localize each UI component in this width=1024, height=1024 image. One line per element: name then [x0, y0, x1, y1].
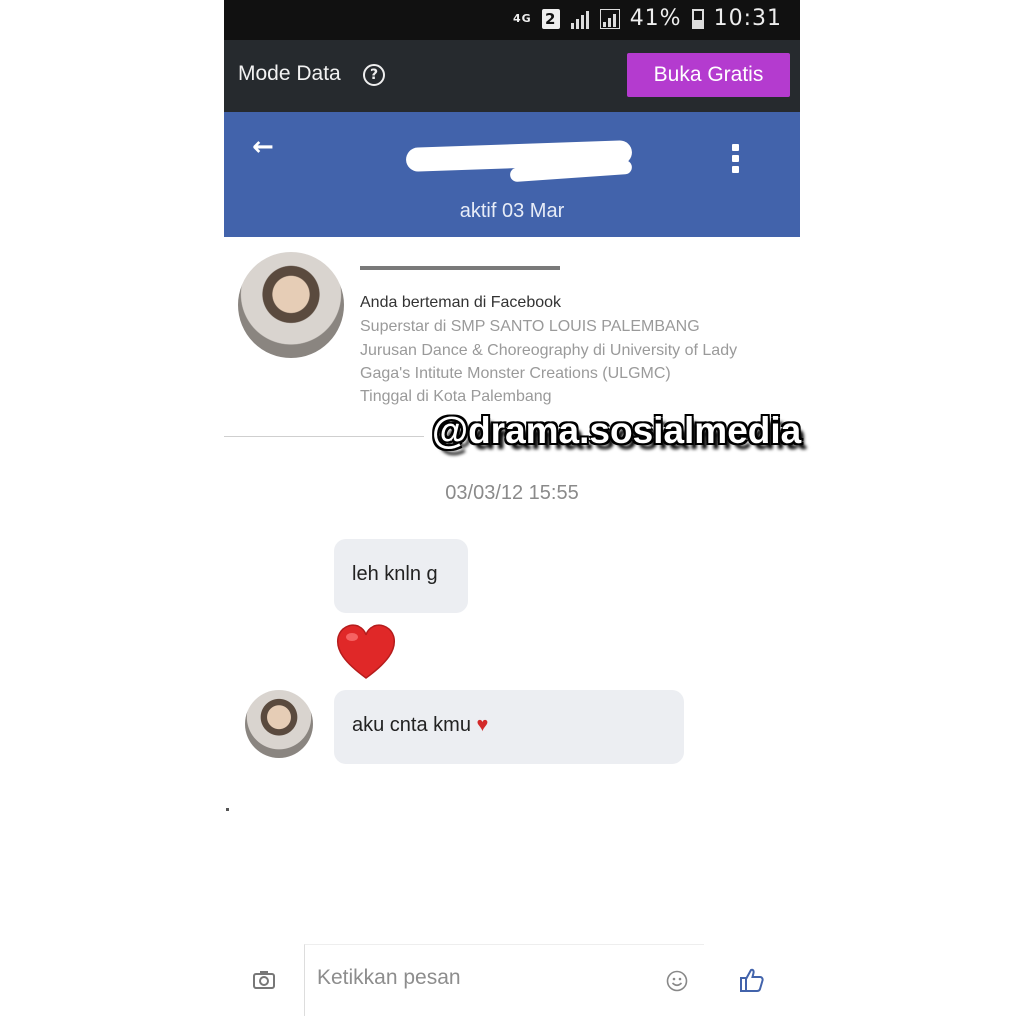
clock: 10:31 [713, 6, 782, 31]
message-bubble[interactable]: leh knln g [334, 539, 468, 613]
profile-info-study-cont: Gaga's Intitute Monster Creations (ULGMC… [360, 365, 671, 382]
signal-icon [570, 10, 589, 29]
messenger-screen: 4G 2 41% 10:31 Mode Data ? Buka Gratis ←… [224, 0, 800, 1024]
heart-emoji: ♥ [476, 714, 489, 736]
message-bubble[interactable]: aku cnta kmu ♥ [334, 690, 684, 764]
mode-data-label: Mode Data [238, 62, 341, 85]
open-free-button[interactable]: Buka Gratis [627, 53, 790, 97]
heart-sticker-icon[interactable] [334, 620, 398, 684]
vertical-dots-icon[interactable] [732, 144, 740, 173]
smiley-icon[interactable] [666, 970, 688, 992]
profile-info-study: Jurusan Dance & Choreography di Universi… [360, 342, 738, 359]
conversation-header: ← aktif 03 Mar [224, 112, 800, 237]
message-text: aku cnta kmu [352, 714, 471, 736]
sim-indicator: 2 [541, 8, 560, 29]
message-text: leh knln g [352, 563, 438, 585]
watermark: @drama.sosialmedia [432, 410, 802, 451]
network-indicator: 4G [513, 12, 532, 25]
battery-icon [691, 8, 704, 29]
redacted-profile-name [360, 262, 560, 272]
data-mode-bar: Mode Data ? Buka Gratis [224, 40, 800, 112]
profile-avatar[interactable] [238, 252, 344, 358]
message-composer [304, 944, 704, 1016]
help-circle-icon[interactable]: ? [363, 64, 385, 86]
message-input[interactable] [315, 965, 649, 991]
camera-icon[interactable] [252, 968, 276, 992]
profile-info-school: Superstar di SMP SANTO LOUIS PALEMBANG [360, 318, 700, 335]
stray-dot [226, 808, 229, 811]
arrow-left-icon[interactable]: ← [252, 132, 274, 162]
thumbs-up-icon[interactable] [738, 966, 766, 994]
signal-icon-2 [599, 8, 620, 29]
status-bar: 4G 2 41% 10:31 [224, 0, 800, 40]
profile-info-city: Tinggal di Kota Palembang [360, 388, 552, 405]
active-status: aktif 03 Mar [459, 200, 565, 222]
sender-avatar[interactable] [245, 690, 313, 758]
divider [224, 436, 424, 437]
friend-status: Anda berteman di Facebook [360, 294, 562, 311]
message-timestamp: 03/03/12 15:55 [445, 482, 579, 504]
battery-percent: 41% [629, 6, 682, 31]
